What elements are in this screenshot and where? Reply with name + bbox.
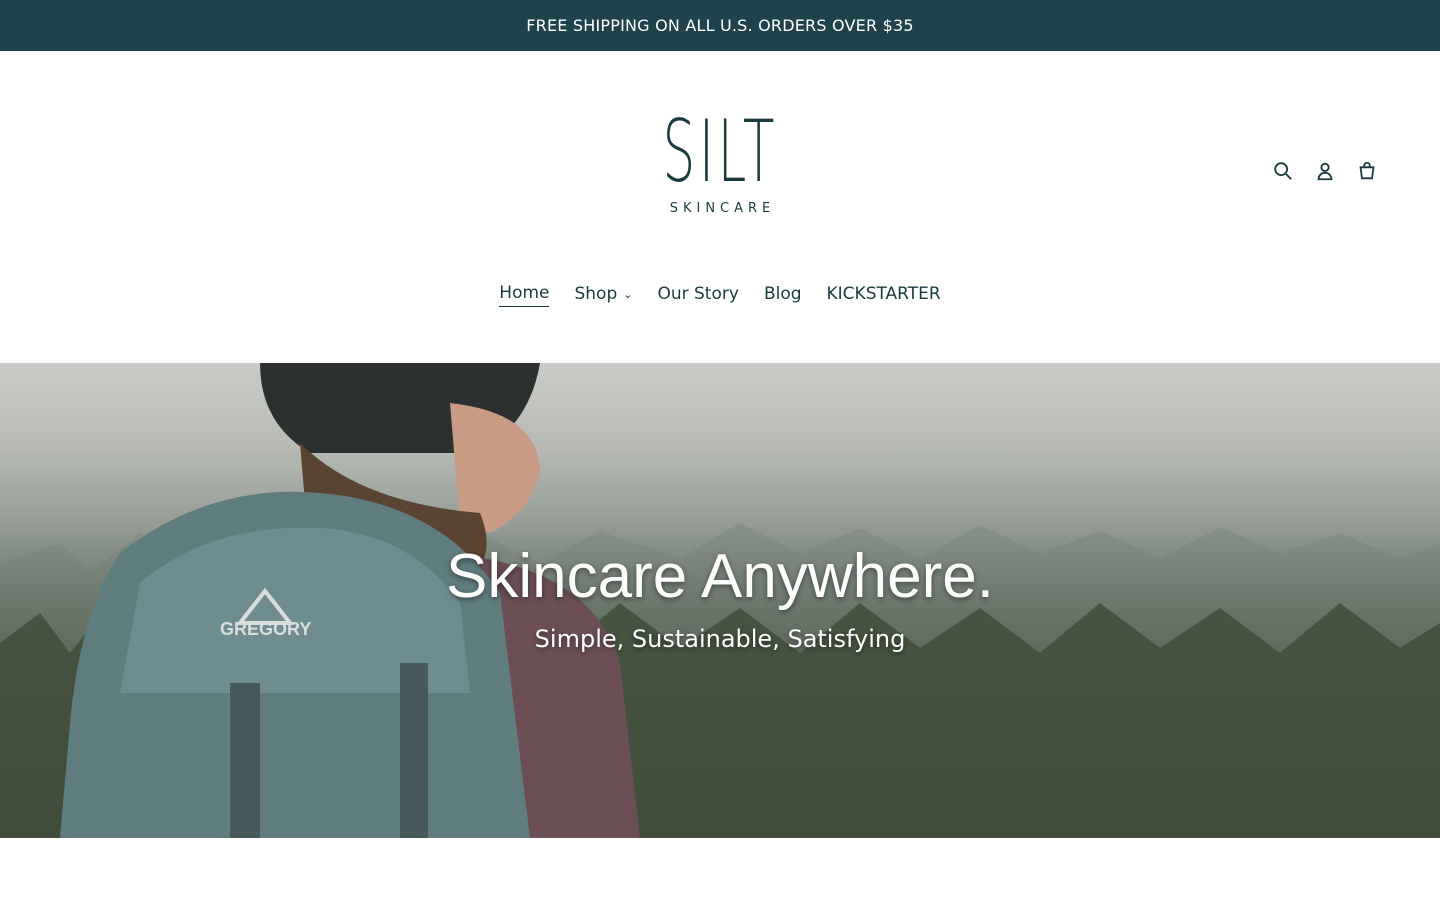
chevron-down-icon: ⌄: [623, 288, 633, 301]
nav-item-kickstarter[interactable]: KICKSTARTER: [827, 283, 941, 307]
cart-icon[interactable]: [1356, 158, 1378, 184]
hero-title: Skincare Anywhere.: [446, 542, 994, 611]
logo-subtitle: SKINCARE: [669, 201, 776, 216]
hero-subtitle: Simple, Sustainable, Satisfying: [534, 625, 906, 653]
nav-item-label: Home: [499, 283, 550, 303]
nav-item-our-story[interactable]: Our Story: [657, 283, 738, 307]
hero-banner[interactable]: GREGORY Skincare Anywhere. Simple, Susta…: [0, 363, 1440, 838]
account-icon[interactable]: [1314, 158, 1336, 184]
nav-item-label: Blog: [763, 283, 802, 304]
header-icons: [1272, 158, 1378, 184]
announcement-text: FREE SHIPPING ON ALL U.S. ORDERS OVER $3…: [526, 16, 914, 35]
logo-mark: SILT: [662, 102, 778, 202]
announcement-bar: FREE SHIPPING ON ALL U.S. ORDERS OVER $3…: [0, 0, 1440, 51]
search-icon[interactable]: [1272, 158, 1294, 184]
site-header: SILT SKINCARE Home Shop ⌄ Our Story Blog…: [0, 51, 1440, 363]
nav-item-label: Shop: [574, 283, 618, 304]
nav-item-shop[interactable]: Shop ⌄: [574, 283, 632, 307]
nav-item-label: KICKSTARTER: [826, 283, 941, 304]
nav-item-blog[interactable]: Blog: [764, 283, 802, 307]
main-navigation: Home Shop ⌄ Our Story Blog KICKSTARTER: [0, 283, 1440, 307]
nav-item-home[interactable]: Home: [499, 283, 550, 307]
site-logo[interactable]: SILT SKINCARE: [640, 107, 800, 231]
nav-item-label: Our Story: [657, 283, 739, 304]
